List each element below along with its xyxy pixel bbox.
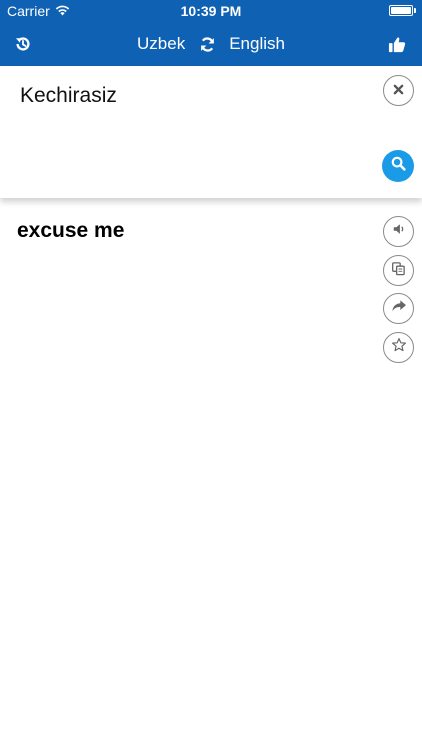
source-text-input[interactable] [20,84,360,108]
input-panel [0,66,422,198]
swap-refresh-icon[interactable] [185,36,229,53]
battery-icon [389,5,413,16]
clear-button[interactable] [383,75,414,106]
header: Carrier 10:39 PM Uzbek English [0,0,422,66]
status-bar: Carrier 10:39 PM [0,0,422,22]
battery-tip [414,8,416,13]
status-time: 10:39 PM [180,3,242,19]
translation-result: excuse me [17,219,125,242]
star-icon [391,337,407,358]
copy-icon [391,261,406,281]
translator-app: Carrier 10:39 PM Uzbek English Kechirasi… [0,0,422,750]
nav-bar: Uzbek English [0,22,422,66]
share-icon [391,299,407,318]
copy-button[interactable] [383,255,414,286]
share-button[interactable] [383,293,414,324]
result-panel: excuse me [0,198,422,750]
source-language[interactable]: Uzbek [137,34,185,54]
target-language[interactable]: English [229,34,285,54]
language-selector: Uzbek English [0,34,422,54]
close-icon [393,82,404,100]
speak-button[interactable] [383,216,414,247]
search-button[interactable] [382,150,414,182]
speaker-icon [392,222,406,241]
favorite-button[interactable] [383,332,414,363]
thumbs-up-icon[interactable] [384,32,410,56]
search-icon [391,156,406,176]
